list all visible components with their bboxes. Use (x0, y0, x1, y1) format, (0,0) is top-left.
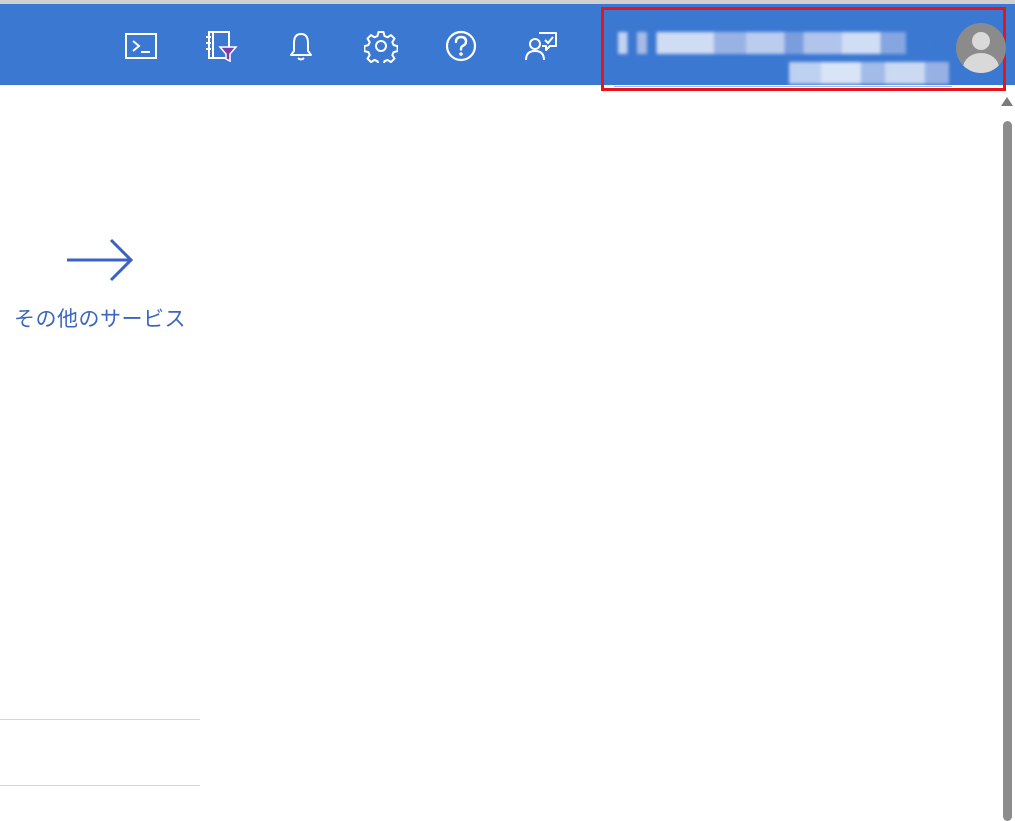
help-button[interactable] (441, 26, 481, 66)
bell-icon (290, 33, 312, 61)
directory-subscription-filter-button[interactable] (201, 26, 241, 66)
more-services-label: その他のサービス (14, 307, 186, 331)
question-circle-icon (445, 30, 477, 62)
more-services-link[interactable]: その他のサービス (10, 235, 190, 333)
account-directory-redacted (789, 62, 949, 84)
default-user-avatar-icon (956, 23, 1006, 73)
person-feedback-icon (525, 32, 557, 61)
account-underline (614, 86, 952, 87)
account-name-redacted (618, 32, 938, 54)
notifications-button[interactable] (281, 26, 321, 66)
top-navigation-bar (0, 0, 1015, 91)
book-filter-icon (206, 31, 238, 63)
account-menu-button[interactable] (601, 7, 1006, 91)
cloud-shell-button[interactable] (121, 26, 161, 66)
divider (0, 785, 200, 786)
terminal-icon (125, 33, 157, 59)
vertical-scrollbar[interactable] (998, 90, 1015, 821)
arrow-right-icon (67, 238, 134, 282)
feedback-button[interactable] (521, 26, 561, 66)
gear-icon (364, 31, 398, 63)
settings-button[interactable] (361, 26, 401, 66)
divider (0, 719, 200, 720)
triangle-up-icon[interactable] (1001, 97, 1013, 106)
scroll-thumb[interactable] (1003, 121, 1012, 821)
